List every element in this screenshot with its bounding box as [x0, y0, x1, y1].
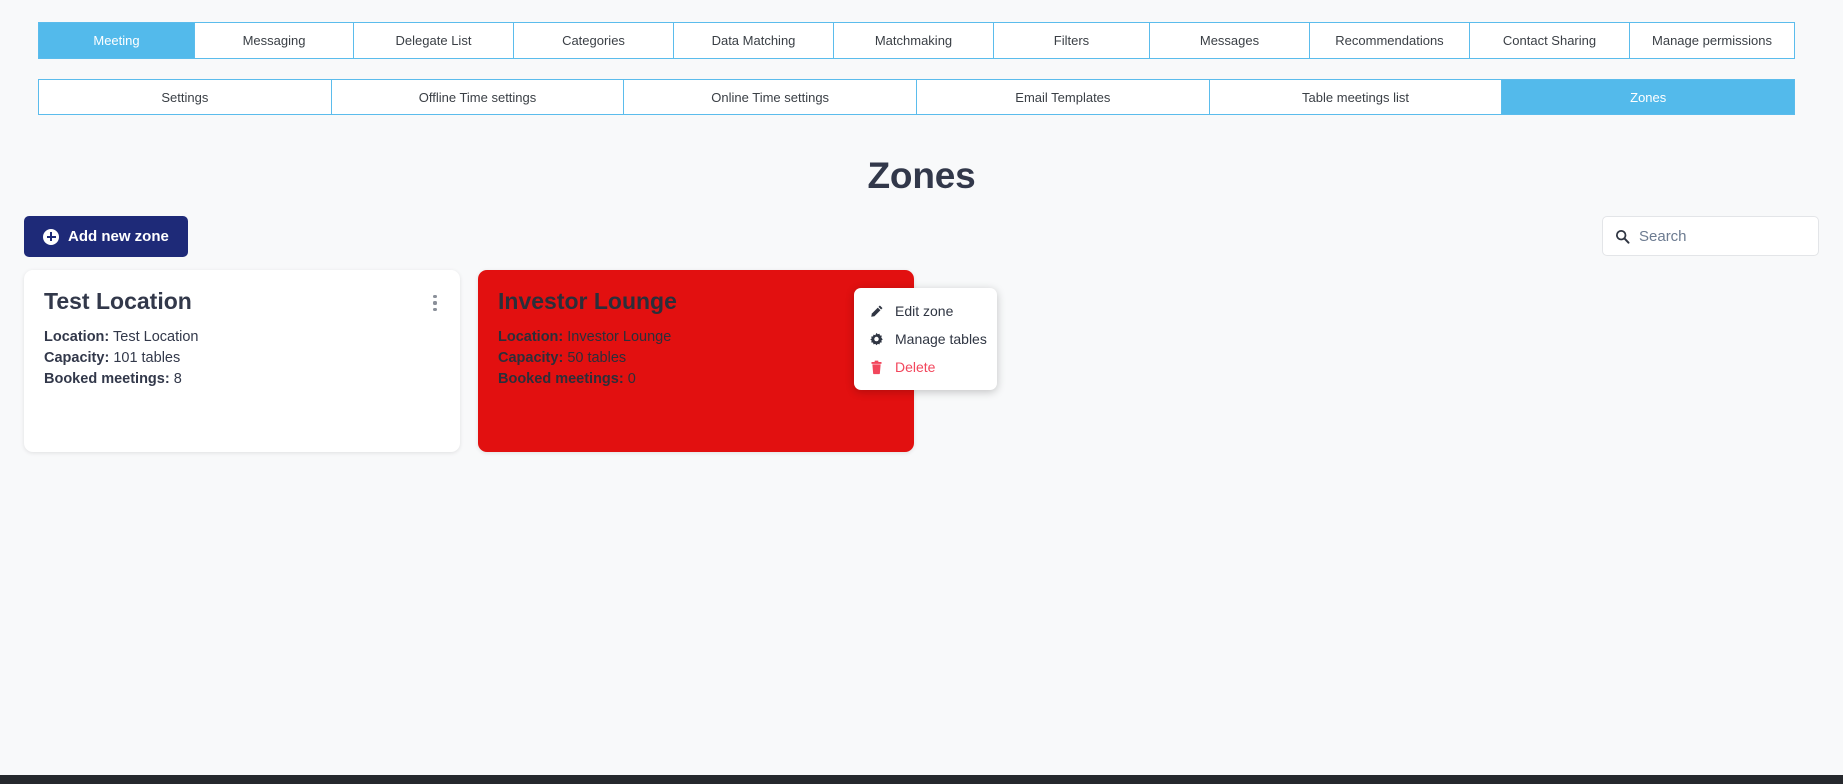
tab-table-meetings-list[interactable]: Table meetings list — [1209, 80, 1503, 114]
tab-messaging[interactable]: Messaging — [195, 23, 354, 58]
menu-item-label: Manage tables — [895, 331, 987, 347]
tab-data-matching[interactable]: Data Matching — [674, 23, 834, 58]
tab-meeting[interactable]: Meeting — [39, 23, 195, 58]
menu-item-label: Delete — [895, 359, 936, 375]
add-new-zone-label: Add new zone — [68, 228, 169, 245]
plus-circle-icon — [43, 228, 59, 245]
search-box[interactable] — [1602, 216, 1819, 256]
tab-delegate-list[interactable]: Delegate List — [354, 23, 514, 58]
zone-capacity-value: 101 tables — [113, 350, 181, 367]
zone-card-capacity: Capacity: 50 tables — [498, 348, 892, 369]
tab-offline-time-settings[interactable]: Offline Time settings — [331, 80, 625, 114]
tab-recommendations[interactable]: Recommendations — [1310, 23, 1470, 58]
zone-card[interactable]: Investor Lounge Location: Investor Loung… — [478, 270, 914, 452]
zone-location-label: Location: — [44, 329, 110, 346]
zone-card-menu-button[interactable] — [426, 292, 444, 314]
zone-capacity-label: Capacity: — [44, 350, 110, 367]
search-icon — [1615, 229, 1630, 244]
menu-item-edit-zone[interactable]: Edit zone — [854, 297, 997, 325]
zone-capacity-label: Capacity: — [498, 350, 564, 367]
zone-card[interactable]: Test Location Location: Test Location Ca… — [24, 270, 460, 452]
tab-matchmaking[interactable]: Matchmaking — [834, 23, 994, 58]
menu-item-delete[interactable]: Delete — [854, 353, 997, 381]
zone-booked-value: 8 — [173, 370, 182, 387]
tab-messages[interactable]: Messages — [1150, 23, 1310, 58]
kebab-dot-icon — [433, 295, 437, 299]
tab-email-templates[interactable]: Email Templates — [917, 80, 1210, 114]
tab-categories[interactable]: Categories — [514, 23, 674, 58]
zone-card-location: Location: Investor Lounge — [498, 327, 892, 348]
pencil-icon — [868, 303, 884, 319]
kebab-dot-icon — [433, 307, 437, 311]
zone-capacity-value: 50 tables — [567, 350, 627, 367]
tab-manage-permissions[interactable]: Manage permissions — [1630, 23, 1794, 58]
menu-item-label: Edit zone — [895, 303, 954, 319]
zone-card-title: Investor Lounge — [498, 288, 677, 314]
search-input[interactable] — [1637, 226, 1806, 246]
zone-booked-value: 0 — [627, 370, 636, 387]
zone-card-booked: Booked meetings: 0 — [498, 369, 892, 390]
footer-bar — [0, 775, 1843, 784]
tab-settings[interactable]: Settings — [39, 80, 332, 114]
tab-online-time-settings[interactable]: Online Time settings — [624, 80, 918, 114]
zone-location-value: Investor Lounge — [567, 329, 672, 346]
zone-booked-label: Booked meetings: — [498, 370, 624, 387]
tab-zones[interactable]: Zones — [1502, 80, 1795, 114]
kebab-dot-icon — [433, 301, 437, 305]
page-title: Zones — [867, 155, 976, 196]
zone-booked-label: Booked meetings: — [44, 370, 170, 387]
trash-icon — [868, 359, 884, 375]
zone-location-label: Location: — [498, 329, 564, 346]
menu-item-manage-tables[interactable]: Manage tables — [854, 325, 997, 353]
secondary-tab-bar: Settings Offline Time settings Online Ti… — [38, 79, 1795, 115]
add-new-zone-button[interactable]: Add new zone — [24, 216, 188, 257]
zones-page: Meeting Messaging Delegate List Categori… — [0, 0, 1843, 784]
gear-icon — [868, 331, 884, 347]
zone-context-menu: Edit zone Manage tables Delete — [854, 288, 997, 390]
primary-tab-bar: Meeting Messaging Delegate List Categori… — [38, 22, 1795, 59]
zone-card-title: Test Location — [44, 288, 192, 314]
zone-card-location: Location: Test Location — [44, 327, 438, 348]
tab-contact-sharing[interactable]: Contact Sharing — [1470, 23, 1630, 58]
zone-card-capacity: Capacity: 101 tables — [44, 348, 438, 369]
zone-card-booked: Booked meetings: 8 — [44, 369, 438, 390]
tab-filters[interactable]: Filters — [994, 23, 1150, 58]
zone-location-value: Test Location — [113, 329, 199, 346]
